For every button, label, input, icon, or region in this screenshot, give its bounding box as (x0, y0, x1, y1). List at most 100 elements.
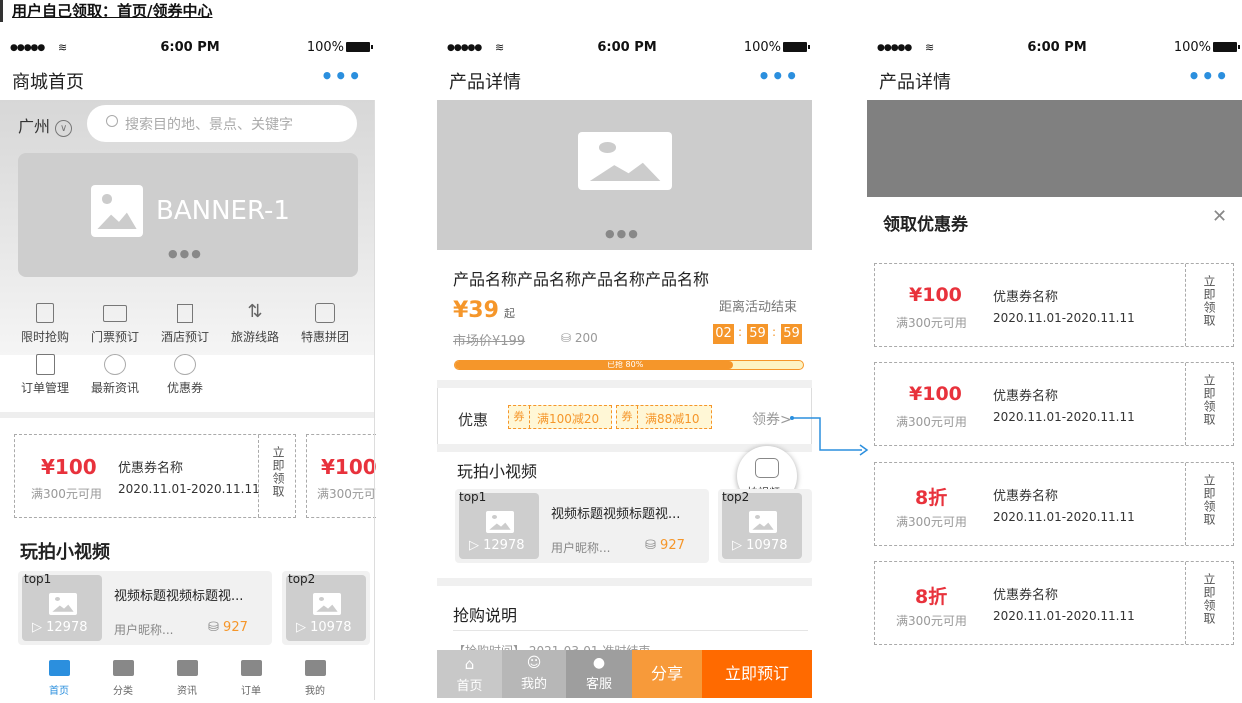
home-button[interactable]: ⌂ 首页 (437, 650, 502, 698)
balloon-icon (104, 354, 126, 375)
ticket-icon (103, 305, 127, 322)
coupon-date: 2020.11.01-2020.11.11 (118, 482, 260, 496)
menu-label: 酒店预订 (160, 330, 209, 344)
claim-label: 立即领取 (1202, 474, 1216, 526)
get-coupon-link[interactable]: 领券> (752, 409, 792, 429)
video-title: 视频标题视频标题视... (114, 589, 244, 604)
claim-button[interactable]: 立即领取 (1185, 363, 1233, 445)
order-icon (240, 660, 262, 676)
coupon-card: ¥100 满300元可用 优惠券名称 2020.11.01-2020.11.11… (874, 263, 1234, 347)
navbar: 产品详情 ••• (449, 60, 799, 100)
countdown-minutes: 59 (747, 324, 768, 344)
menu-group-buy[interactable]: 特惠拼团 (290, 300, 360, 345)
banner[interactable]: BANNER-1 ●●● (18, 153, 358, 277)
claim-button[interactable]: 立即领取 (1185, 463, 1233, 545)
menu-routes[interactable]: ⇅ 旅游线路 (220, 300, 290, 345)
action-bar: ⌂ 首页 ☺ 我的 ● 客服 分享 立即预订 (437, 650, 812, 698)
menu-label: 最新资讯 (90, 381, 139, 395)
coupon-condition: 满300元可用 (896, 614, 967, 628)
order-list-icon (35, 354, 55, 375)
search-input[interactable]: 搜索目的地、景点、关键字 (87, 105, 357, 142)
coin-icon: ⛁ (208, 620, 219, 635)
coupon-name: 优惠券名称 (993, 489, 1059, 504)
rank-badge: top1 (459, 490, 487, 504)
close-icon[interactable]: ✕ (1212, 206, 1227, 227)
tab-category[interactable]: 分类 (102, 660, 144, 697)
claim-button[interactable]: 立即领取 (1185, 562, 1233, 644)
more-icon[interactable]: ••• (321, 64, 362, 88)
hotel-icon (177, 304, 193, 323)
claim-button[interactable]: 立即领取 (1185, 264, 1233, 346)
coupon-amount: ¥100 (321, 455, 376, 479)
tab-home[interactable]: 首页 (38, 660, 80, 697)
claim-button[interactable]: 立即领取 (258, 435, 296, 517)
more-icon[interactable]: ••• (1188, 64, 1229, 88)
coupon-amount: ¥100 (909, 284, 962, 306)
tab-orders[interactable]: 订单 (230, 660, 272, 697)
stock-count: ⛁ 200 (561, 331, 598, 345)
coupon-condition: 满300元可用 (896, 515, 967, 529)
camera-icon (755, 458, 779, 478)
user-icon (304, 660, 326, 676)
menu-grid: 限时抢购 门票预订 酒店预订 ⇅ 旅游线路 特惠拼团 订单管理 最新资讯 优惠券 (10, 300, 370, 410)
book-now-button[interactable]: 立即预订 (702, 650, 812, 698)
sheet-title: 领取优惠券 (883, 215, 968, 235)
tab-label: 首页 (49, 686, 69, 697)
video-card[interactable]: ▷ 12978 top1 视频标题视频标题视... 用户昵称... ⛁ 927 (455, 489, 709, 563)
city-selector[interactable]: 广州 ∨ (18, 113, 73, 137)
share-button[interactable]: 分享 (632, 650, 702, 698)
menu-flash-sale[interactable]: 限时抢购 (10, 300, 80, 345)
search-icon (106, 115, 118, 127)
view-count: ▷ 10978 (732, 538, 788, 553)
coupon-card-peek: ¥100 满300元可 (306, 434, 376, 518)
coupon-amount: ¥100 (41, 455, 97, 479)
category-icon (112, 660, 134, 676)
view-count: ▷ 12978 (469, 538, 525, 553)
balloon-icon (174, 354, 196, 375)
view-count: ▷ 10978 (296, 620, 352, 635)
product-price: ¥39 起 (453, 298, 516, 323)
video-card[interactable]: ▷ 10978 top2 (718, 489, 812, 563)
mine-button[interactable]: ☺ 我的 (502, 650, 566, 698)
news-icon (176, 660, 198, 676)
user-icon: ☺ (526, 655, 542, 671)
coupon-date: 2020.11.01-2020.11.11 (993, 311, 1135, 325)
rank-badge: top2 (288, 572, 316, 586)
carousel-dots: ●●● (605, 227, 640, 240)
product-name: 产品名称产品名称产品名称产品名称 (453, 270, 710, 289)
tab-mine[interactable]: 我的 (294, 660, 336, 697)
menu-orders[interactable]: 订单管理 (10, 354, 80, 396)
section-title: 玩拍小视频 (20, 542, 110, 563)
dim-overlay[interactable] (867, 100, 1242, 197)
menu-coupons[interactable]: 优惠券 (150, 354, 220, 396)
service-button[interactable]: ● 客服 (566, 650, 632, 698)
coupon-condition: 满300元可 (317, 487, 376, 501)
tab-news[interactable]: 资讯 (166, 660, 208, 697)
tab-bar: 首页 分类 资讯 订单 我的 (10, 660, 365, 700)
product-image[interactable]: ●●● (437, 100, 812, 250)
coupon-card: ¥100 满300元可用 优惠券名称 2020.11.01-2020.11.11… (874, 362, 1234, 446)
flash-sale-icon (36, 303, 54, 323)
battery-level: 100% (744, 40, 810, 55)
home-icon (48, 660, 70, 676)
claim-label: 立即领取 (1202, 374, 1216, 426)
tab-label: 分类 (113, 686, 133, 697)
video-card[interactable]: ▷ 10978 top2 (282, 571, 370, 645)
claim-label: 立即领取 (1202, 275, 1216, 327)
menu-hotel[interactable]: 酒店预订 (150, 300, 220, 345)
more-icon[interactable]: ••• (758, 64, 799, 88)
battery-level: 100% (1174, 40, 1240, 55)
video-card[interactable]: ▷ 12978 top1 视频标题视频标题视... 用户昵称... ⛁ 927 (18, 571, 272, 645)
divider (453, 630, 808, 631)
phone-home: ●●●●● ≋ 6:00 PM 100% 商城首页 ••• 广州 ∨ 搜索目的地… (0, 40, 376, 700)
status-bar: ●●●●● ≋ 6:00 PM 100% (10, 40, 373, 60)
banner-label: BANNER-1 (156, 196, 290, 226)
mine-label: 我的 (520, 677, 547, 692)
status-bar: ●●●●● ≋ 6:00 PM 100% (447, 40, 810, 60)
promo-row[interactable]: 优惠 券 满100减20 券 满88减10 领券> (437, 388, 812, 444)
menu-tickets[interactable]: 门票预订 (80, 300, 150, 345)
image-placeholder-icon (749, 511, 777, 533)
nav-title: 产品详情 (879, 72, 951, 93)
divider (0, 412, 375, 418)
menu-news[interactable]: 最新资讯 (80, 354, 150, 396)
